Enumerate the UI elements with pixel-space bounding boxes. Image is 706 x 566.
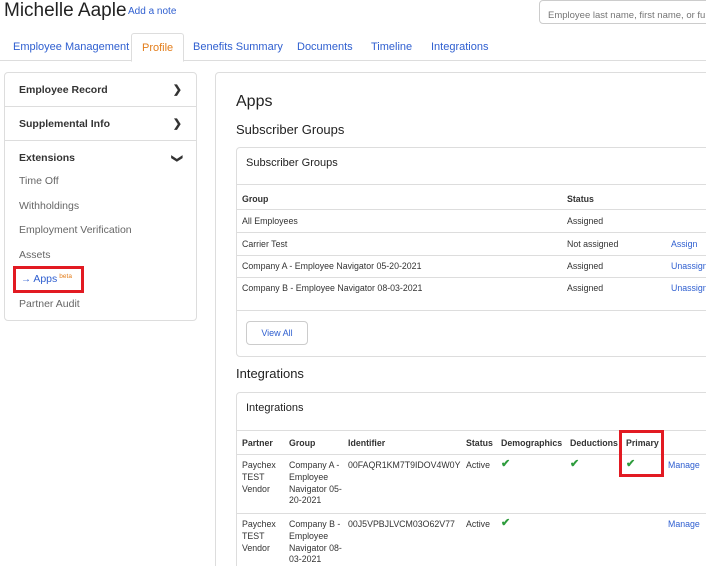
employee-search-input[interactable] xyxy=(539,0,706,24)
divider xyxy=(237,184,706,185)
group-status: Assigned xyxy=(567,216,604,226)
chevron-right-icon: ❯ xyxy=(172,84,182,96)
partner-name: Paychex TEST Vendor xyxy=(242,460,276,494)
column-header-deductions: Deductions xyxy=(570,438,618,448)
partner-name: Paychex TEST Vendor xyxy=(242,519,276,553)
group-status: Assigned xyxy=(567,261,604,271)
check-icon: ✔ xyxy=(570,458,580,470)
column-header-partner: Partner xyxy=(242,438,273,448)
integration-status: Active xyxy=(466,519,490,529)
add-note-link[interactable]: Add a note xyxy=(128,6,176,17)
tab-benefits-summary[interactable]: Benefits Summary xyxy=(193,33,283,61)
sidebar-item-assets[interactable]: Assets xyxy=(19,249,51,261)
check-icon: ✔ xyxy=(501,458,511,470)
group-status: Assigned xyxy=(567,283,604,293)
sidebar-employee-record[interactable]: Employee Record ❯ xyxy=(5,73,196,107)
sidebar-item-apps-label: Apps xyxy=(33,273,58,285)
tab-profile[interactable]: Profile xyxy=(131,33,185,62)
group-name: Carrier Test xyxy=(242,239,288,249)
divider xyxy=(237,232,706,233)
group-name: All Employees xyxy=(242,216,298,226)
sidebar-item-time-off[interactable]: Time Off xyxy=(19,175,59,187)
tab-documents[interactable]: Documents xyxy=(297,33,353,61)
beta-badge: beta xyxy=(59,273,72,280)
group-name: Company B - Employee Navigator 08-03-202… xyxy=(242,283,423,293)
sidebar-supplemental-info-label: Supplemental Info xyxy=(19,118,111,130)
divider xyxy=(237,209,706,210)
unassign-link[interactable]: Unassign xyxy=(671,261,706,271)
integration-group: Company A - Employee Navigator 05-20-202… xyxy=(289,460,342,506)
column-header-status: Status xyxy=(466,438,493,448)
sidebar-item-withholdings[interactable]: Withholdings xyxy=(19,200,79,212)
column-header-identifier: Identifier xyxy=(348,438,386,448)
tab-integrations[interactable]: Integrations xyxy=(431,33,488,61)
sidebar-item-apps[interactable]: → Apps beta xyxy=(13,266,84,293)
page-header: Michelle Aaple Add a note xyxy=(0,0,706,30)
subscriber-groups-card-title: Subscriber Groups xyxy=(246,157,338,169)
check-icon: ✔ xyxy=(501,517,511,529)
column-header-group: Group xyxy=(242,194,269,204)
divider xyxy=(237,513,706,514)
integrations-heading: Integrations xyxy=(236,366,304,381)
chevron-down-icon: ❯ xyxy=(170,153,183,164)
profile-tabs: Employee Management Profile Benefits Sum… xyxy=(0,33,706,62)
apps-panel: Apps Subscriber Groups Subscriber Groups… xyxy=(215,72,706,566)
sidebar-supplemental-info[interactable]: Supplemental Info ❯ xyxy=(5,107,196,141)
divider xyxy=(237,277,706,278)
sidebar-item-employment-verification[interactable]: Employment Verification xyxy=(19,224,132,236)
manage-link[interactable]: Manage xyxy=(668,460,700,470)
sidebar-extensions[interactable]: Extensions ❯ xyxy=(5,141,196,175)
manage-link[interactable]: Manage xyxy=(668,519,700,529)
tab-timeline[interactable]: Timeline xyxy=(371,33,412,61)
sidebar-employee-record-label: Employee Record xyxy=(19,84,108,96)
integrations-card-title: Integrations xyxy=(246,402,304,414)
group-name: Company A - Employee Navigator 05-20-202… xyxy=(242,261,422,271)
column-header-demographics: Demographics xyxy=(501,438,563,448)
primary-highlight xyxy=(619,430,664,477)
sidebar-extensions-label: Extensions xyxy=(19,152,76,164)
group-status: Not assigned xyxy=(567,239,619,249)
arrow-right-icon: → xyxy=(21,274,31,285)
unassign-link[interactable]: Unassign xyxy=(671,283,706,293)
integrations-card: Integrations Partner Group Identifier St… xyxy=(236,392,706,566)
page-title: Apps xyxy=(236,93,273,110)
integration-identifier: 00FAQR1KM7T9IDOV4W0Y xyxy=(348,460,461,470)
chevron-right-icon: ❯ xyxy=(172,118,182,130)
divider xyxy=(237,310,706,311)
subscriber-groups-heading: Subscriber Groups xyxy=(236,122,345,137)
sidebar-item-partner-audit[interactable]: Partner Audit xyxy=(19,298,80,310)
profile-sidebar: Employee Record ❯ Supplemental Info ❯ Ex… xyxy=(4,72,197,321)
view-all-button[interactable]: View All xyxy=(246,321,308,345)
integration-identifier: 00J5VPBJLVCM03O62V77 xyxy=(348,519,455,529)
column-header-group: Group xyxy=(289,438,316,448)
column-header-status: Status xyxy=(567,194,594,204)
subscriber-groups-card: Subscriber Groups Group Status All Emplo… xyxy=(236,147,706,357)
tab-employee-management[interactable]: Employee Management xyxy=(13,33,129,61)
divider xyxy=(237,255,706,256)
employee-name: Michelle Aaple xyxy=(4,0,127,21)
integration-group: Company B - Employee Navigator 08-03-202… xyxy=(289,519,342,565)
integration-status: Active xyxy=(466,460,490,470)
assign-link[interactable]: Assign xyxy=(671,239,697,249)
